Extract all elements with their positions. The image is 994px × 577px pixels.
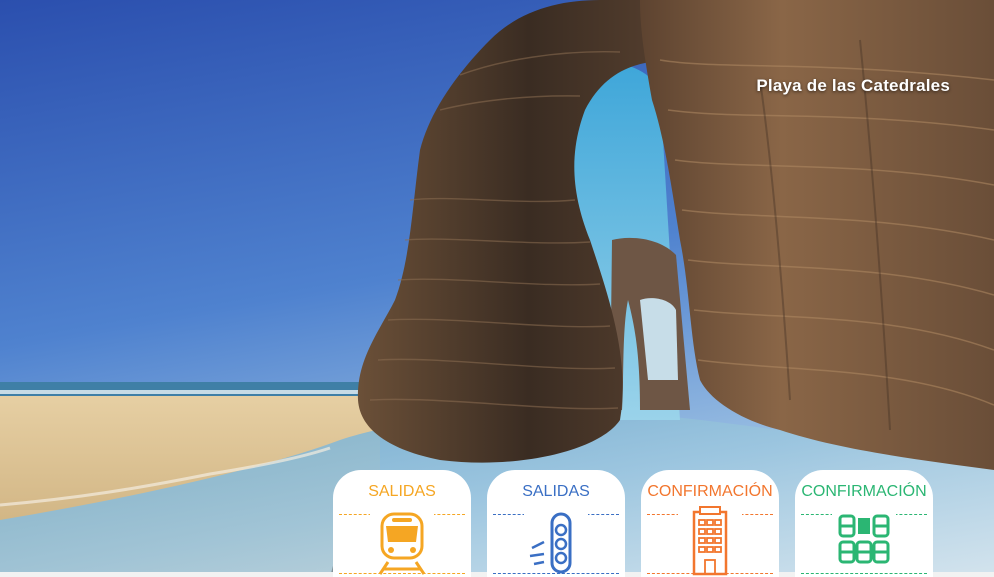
badge-divider-bottom — [493, 573, 619, 574]
status-badges: SALIDAS SALIDAS CONFIRMACIÓN CONFIRMACIÓ… — [333, 470, 983, 577]
hotel-icon — [678, 504, 742, 576]
badge-divider-bottom — [647, 573, 773, 574]
badge-confirmacion-hotel[interactable]: CONFIRMACIÓN — [641, 470, 779, 577]
badge-title: SALIDAS — [368, 483, 436, 500]
badge-salidas-bus[interactable]: SALIDAS — [487, 470, 625, 577]
seats-icon — [832, 504, 896, 576]
badge-title: CONFIRMACIÓN — [647, 483, 773, 500]
badge-title: SALIDAS — [522, 483, 590, 500]
bus-icon — [524, 504, 588, 576]
badge-divider-bottom — [801, 573, 927, 574]
badge-confirmacion-seats[interactable]: CONFIRMACIÓN — [795, 470, 933, 577]
train-icon — [370, 504, 434, 576]
badge-salidas-train[interactable]: SALIDAS — [333, 470, 471, 577]
badge-divider-bottom — [339, 573, 465, 574]
photo-caption: Playa de las Catedrales — [756, 76, 950, 95]
badge-title: CONFIRMACIÓN — [801, 483, 927, 500]
